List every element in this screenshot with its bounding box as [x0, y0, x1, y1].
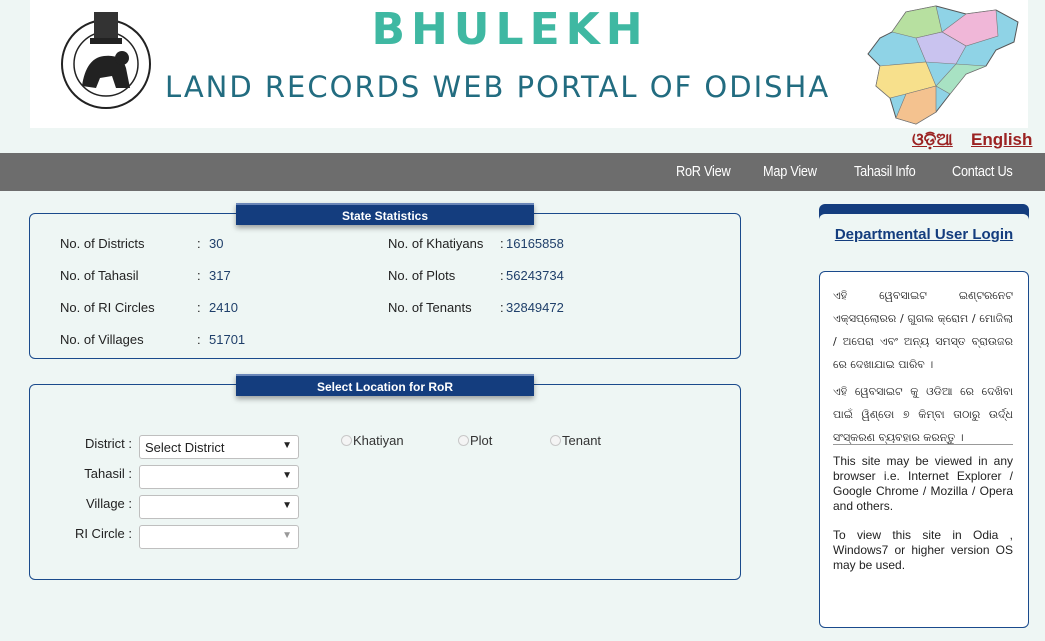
chevron-down-icon: ▼ — [282, 470, 292, 481]
radio-khatiyan[interactable]: Khatiyan — [341, 433, 404, 448]
chevron-down-icon: ▼ — [282, 530, 292, 541]
radio-circle-icon — [341, 435, 352, 446]
ri-circles-sep: : — [197, 300, 201, 315]
ri-circles-value: 2410 — [209, 300, 238, 315]
state-statistics-panel: State Statistics No. of Districts : 30 N… — [29, 203, 741, 359]
login-box: Departmental User Login — [819, 204, 1029, 266]
districts-value: 30 — [209, 236, 224, 251]
plots-sep: : — [500, 268, 504, 283]
nav-contact-us[interactable]: Contact Us — [952, 163, 1013, 180]
departmental-login-link[interactable]: Departmental User Login — [819, 226, 1029, 243]
nav-map-view[interactable]: Map View — [763, 163, 817, 180]
odia-browser-note: ଏହି ୱେବସାଇଟ ଇଣ୍ଟରନେଟ ଏକ୍ସପ୍ଲୋରର / ଗୁଗଲ କ… — [833, 289, 1013, 371]
tenants-value: 32849472 — [506, 300, 564, 315]
ri-circles-label: No. of RI Circles — [60, 300, 155, 315]
english-windows-note: To view this site in Odia , Windows7 or … — [833, 528, 1013, 572]
villages-sep: : — [197, 332, 201, 347]
villages-label: No. of Villages — [60, 332, 144, 347]
tenants-sep: : — [500, 300, 504, 315]
plots-value: 56243734 — [506, 268, 564, 283]
districts-sep: : — [197, 236, 201, 251]
lang-english-link[interactable]: English — [971, 130, 1032, 150]
chevron-down-icon: ▼ — [282, 440, 292, 451]
brand-logo: BHULEKH — [371, 4, 649, 55]
nav-tahasil-info[interactable]: Tahasil Info — [854, 163, 916, 180]
tahasil-select[interactable]: ▼ — [139, 465, 299, 489]
tenants-label: No. of Tenants — [388, 300, 472, 315]
village-select[interactable]: ▼ — [139, 495, 299, 519]
radio-circle-icon — [550, 435, 561, 446]
khatiyans-sep: : — [500, 236, 504, 251]
tahasil-field-label: Tahasil : — [84, 466, 132, 481]
district-select-value: Select District — [145, 440, 225, 455]
login-box-inner: Departmental User Login — [819, 214, 1029, 266]
tahasil-label: No. of Tahasil — [60, 268, 139, 283]
english-browser-note: This site may be viewed in any browser i… — [833, 454, 1013, 513]
lang-odia-link[interactable]: ଓଡ଼ିଆ — [912, 130, 953, 150]
tahasil-sep: : — [197, 268, 201, 283]
portal-title: LAND RECORDS WEB PORTAL OF ODISHA — [165, 70, 831, 104]
chevron-down-icon: ▼ — [282, 500, 292, 511]
villages-value: 51701 — [209, 332, 246, 347]
radio-khatiyan-label: Khatiyan — [353, 433, 404, 448]
village-field-label: Village : — [85, 496, 132, 511]
select-location-panel: Select Location for RoR District : Selec… — [29, 374, 741, 580]
radio-plot-label: Plot — [470, 433, 493, 448]
state-statistics-title: State Statistics — [236, 203, 534, 225]
browser-info-box: ଏହି ୱେବସାଇଟ ଇଣ୍ଟରନେଟ ଏକ୍ସପ୍ଲୋରର / ଗୁଗଲ କ… — [819, 271, 1029, 628]
tahasil-value: 317 — [209, 268, 231, 283]
nav-ror-view[interactable]: RoR View — [676, 163, 731, 180]
radio-tenant-label: Tenant — [562, 433, 602, 448]
select-location-title: Select Location for RoR — [236, 374, 534, 396]
districts-label: No. of Districts — [60, 236, 145, 251]
odia-windows-note: ଏହି ୱେବସାଇଟ କୁ ଓଡିଆ ରେ ଦେଖିବା ପାଇଁ ୱିଣ୍ଡ… — [833, 385, 1013, 444]
ri-circle-select[interactable]: ▼ — [139, 525, 299, 549]
khatiyans-label: No. of Khatiyans — [388, 236, 484, 251]
radio-tenant[interactable]: Tenant — [550, 433, 601, 448]
site-header: BHULEKH LAND RECORDS WEB PORTAL OF ODISH… — [30, 0, 1028, 128]
khatiyans-value: 16165858 — [506, 236, 564, 251]
district-select[interactable]: Select District ▼ — [139, 435, 299, 459]
odisha-map-icon — [867, 5, 1019, 125]
odisha-emblem-icon — [61, 12, 151, 109]
divider — [833, 444, 1013, 445]
ri-circle-field-label: RI Circle : — [74, 526, 132, 541]
district-label: District : — [85, 436, 132, 451]
radio-plot[interactable]: Plot — [458, 433, 492, 448]
plots-label: No. of Plots — [388, 268, 456, 283]
nav-bar: RoR View Map View Tahasil Info Contact U… — [0, 153, 1045, 191]
radio-circle-icon — [458, 435, 469, 446]
